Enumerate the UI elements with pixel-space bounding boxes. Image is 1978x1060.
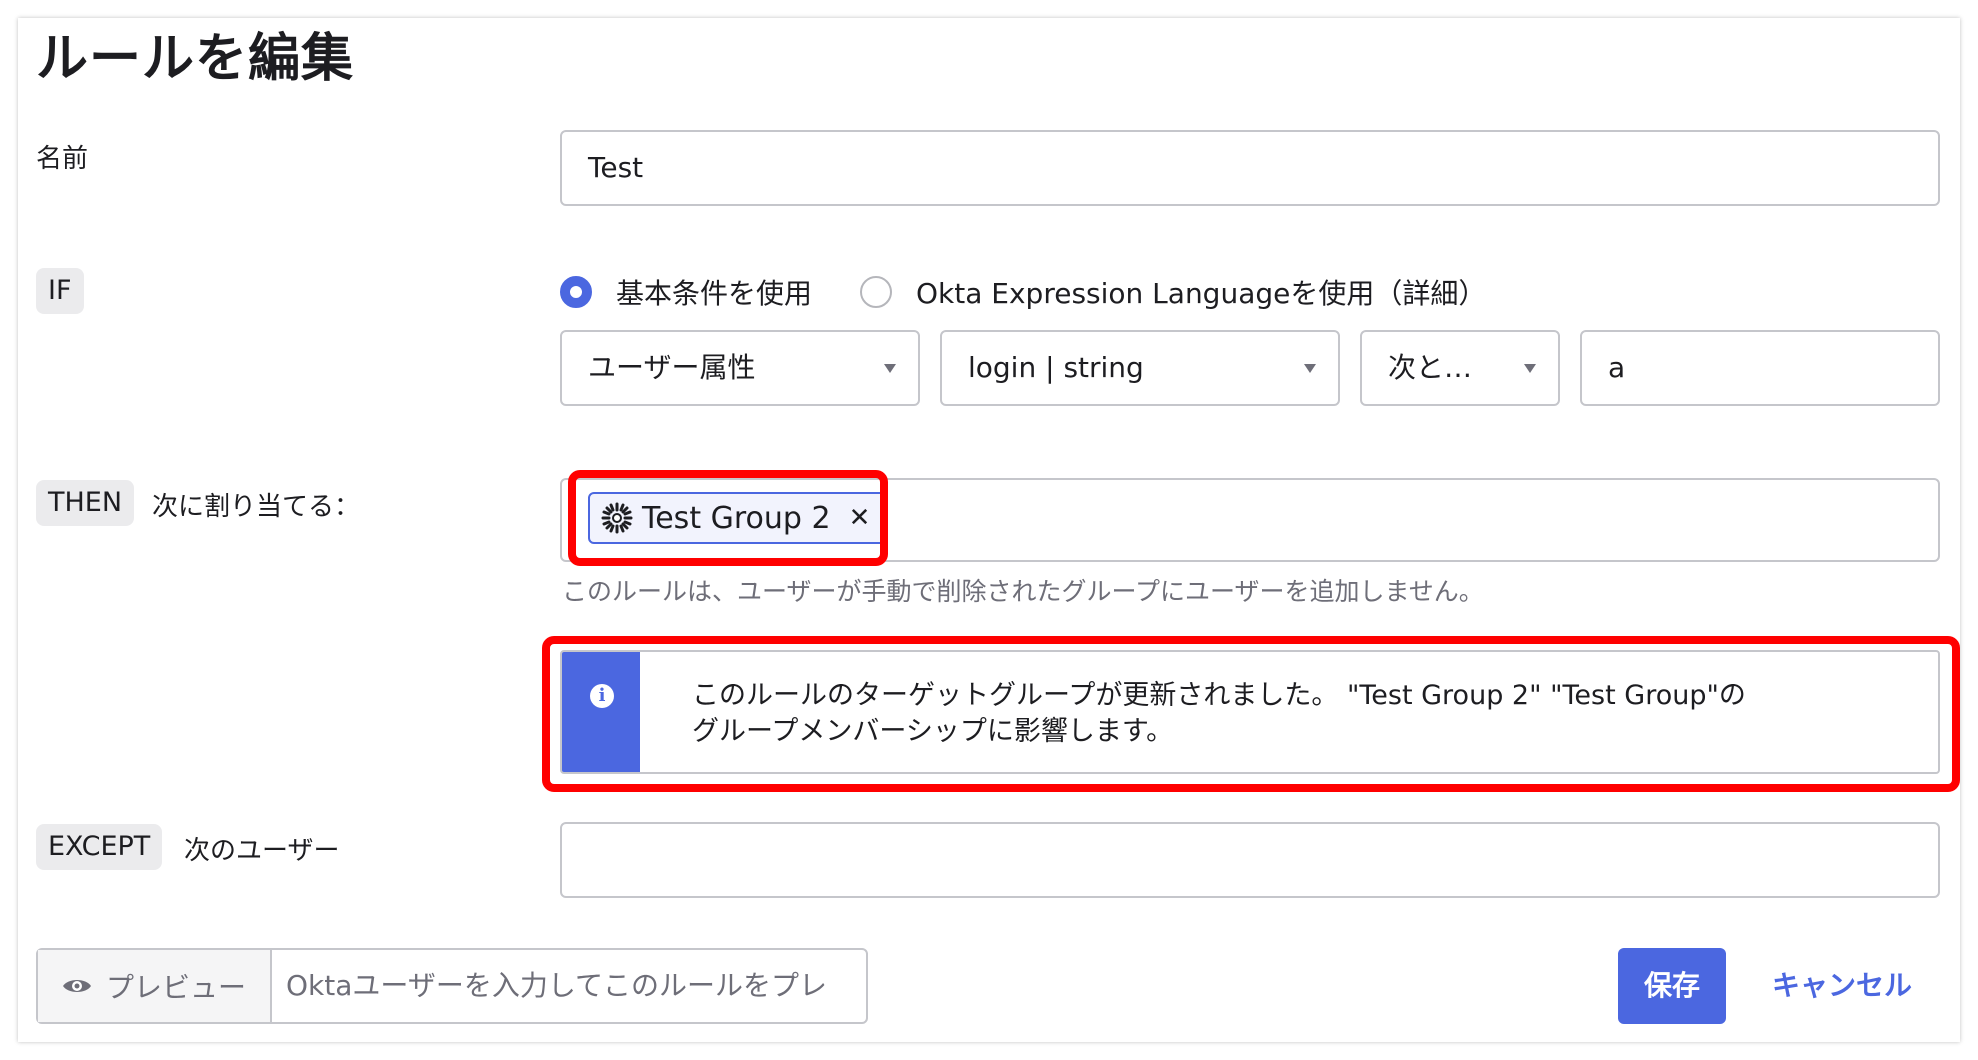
field-select[interactable]: login | string — [940, 330, 1340, 406]
field-select-value: login | string — [968, 351, 1144, 384]
chevron-down-icon — [1304, 364, 1316, 373]
preview-user-input[interactable]: Oktaユーザーを入力してこのルールをプレ — [286, 950, 827, 1022]
eye-icon — [62, 980, 91, 992]
highlight-box-chip — [568, 470, 888, 566]
except-users-input[interactable] — [560, 822, 1940, 898]
radio-expression-language[interactable] — [860, 276, 892, 308]
radio-expression-label[interactable]: Okta Expression Languageを使用（詳細） — [916, 272, 1486, 312]
operator-select-value: 次と… — [1388, 351, 1473, 384]
page-title: ルールを編集 — [36, 29, 355, 89]
attribute-select[interactable]: ユーザー属性 — [560, 330, 920, 406]
cancel-button[interactable]: キャンセル — [1772, 948, 1912, 1024]
then-tag: THEN — [36, 480, 135, 526]
chevron-down-icon — [1524, 364, 1536, 373]
name-input-value: Test — [588, 151, 644, 184]
chevron-down-icon — [884, 364, 896, 373]
condition-value: a — [1608, 351, 1626, 384]
save-button[interactable]: 保存 — [1618, 948, 1726, 1024]
radio-basic-conditions[interactable] — [560, 276, 592, 308]
radio-basic-label[interactable]: 基本条件を使用 — [616, 272, 812, 312]
assign-to-label: 次に割り当てる： — [152, 492, 361, 522]
name-input[interactable]: Test — [560, 130, 1940, 206]
attribute-select-value: ユーザー属性 — [588, 351, 756, 384]
then-hint: このルールは、ユーザーが手動で削除されたグループにユーザーを追加しません。 — [562, 577, 1484, 606]
highlight-box-callout — [542, 636, 1960, 792]
preview-group: プレビュー Oktaユーザーを入力してこのルールをプレ — [36, 948, 868, 1024]
except-tag: EXCEPT — [36, 824, 163, 870]
operator-select[interactable]: 次と… — [1360, 330, 1560, 406]
preview-button[interactable]: プレビュー — [38, 950, 272, 1022]
except-label: 次のユーザー — [184, 836, 340, 866]
condition-value-input[interactable]: a — [1580, 330, 1940, 406]
name-label: 名前 — [36, 144, 89, 174]
preview-button-label: プレビュー — [105, 971, 246, 1004]
if-tag: IF — [36, 268, 84, 314]
